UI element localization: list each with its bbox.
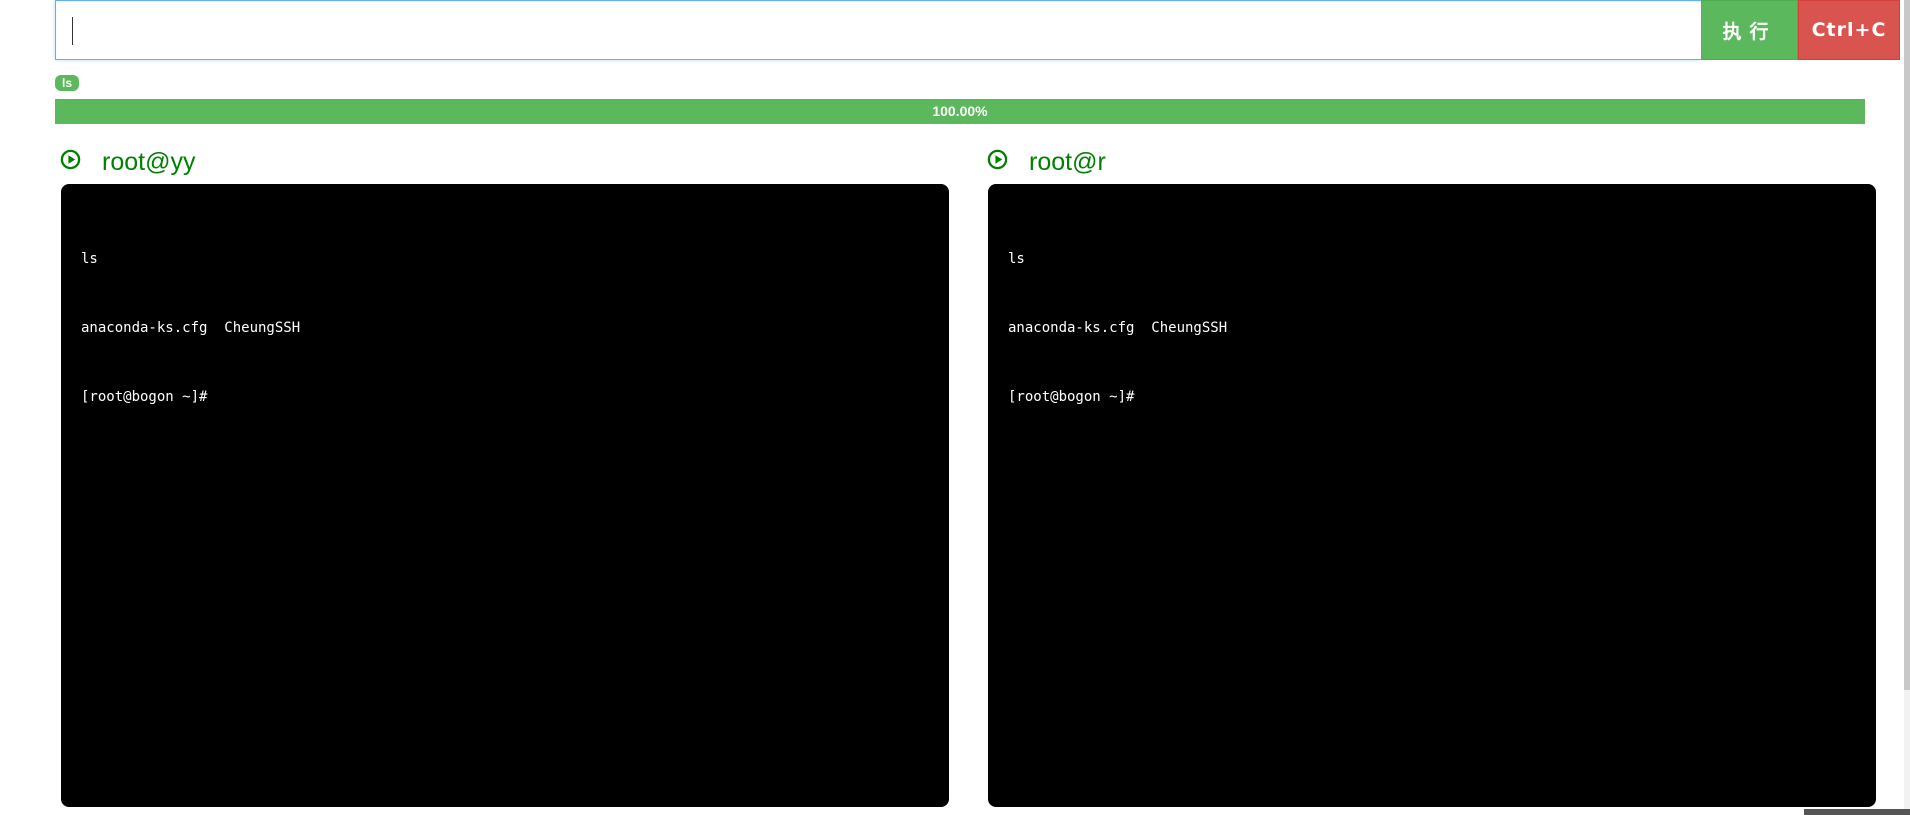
terminal-line: ls: [1008, 251, 1025, 267]
play-circle-icon[interactable]: [60, 149, 81, 170]
terminal-output[interactable]: ls anaconda-ks.cfg CheungSSH [root@bogon…: [988, 184, 1876, 807]
terminal-line: [root@bogon ~]#: [81, 389, 208, 405]
corner-tab: [1804, 809, 1910, 815]
terminal-line: anaconda-ks.cfg CheungSSH: [1008, 320, 1228, 336]
host-title: root@r: [1029, 147, 1106, 176]
host-panel-1: root@yy ls anaconda-ks.cfg CheungSSH [ro…: [58, 140, 949, 807]
progress-bar-track: 100.00%: [55, 99, 1865, 124]
host-header: root@yy: [58, 140, 948, 184]
host-header: root@r: [985, 140, 1875, 184]
page-scrollbar-track[interactable]: [1904, 0, 1910, 815]
last-command-badge: ls: [55, 75, 80, 91]
command-input-wrapper: [55, 0, 1701, 60]
terminal-line: [root@bogon ~]#: [1008, 389, 1135, 405]
play-circle-icon[interactable]: [987, 149, 1008, 170]
host-title: root@yy: [102, 147, 196, 176]
text-caret: [72, 17, 73, 45]
terminal-line: anaconda-ks.cfg CheungSSH: [81, 320, 301, 336]
progress-bar-fill: 100.00%: [55, 99, 1865, 124]
page-scrollbar-thumb[interactable]: [1904, 0, 1910, 690]
execute-button[interactable]: 执行: [1701, 0, 1798, 60]
command-bar: 执行 Ctrl+C: [55, 0, 1900, 60]
terminal-line: ls: [81, 251, 98, 267]
ctrl-c-button[interactable]: Ctrl+C: [1798, 0, 1900, 60]
host-panel-2: root@r ls anaconda-ks.cfg CheungSSH [roo…: [985, 140, 1876, 807]
terminal-output[interactable]: ls anaconda-ks.cfg CheungSSH [root@bogon…: [61, 184, 949, 807]
command-input[interactable]: [56, 1, 1701, 59]
